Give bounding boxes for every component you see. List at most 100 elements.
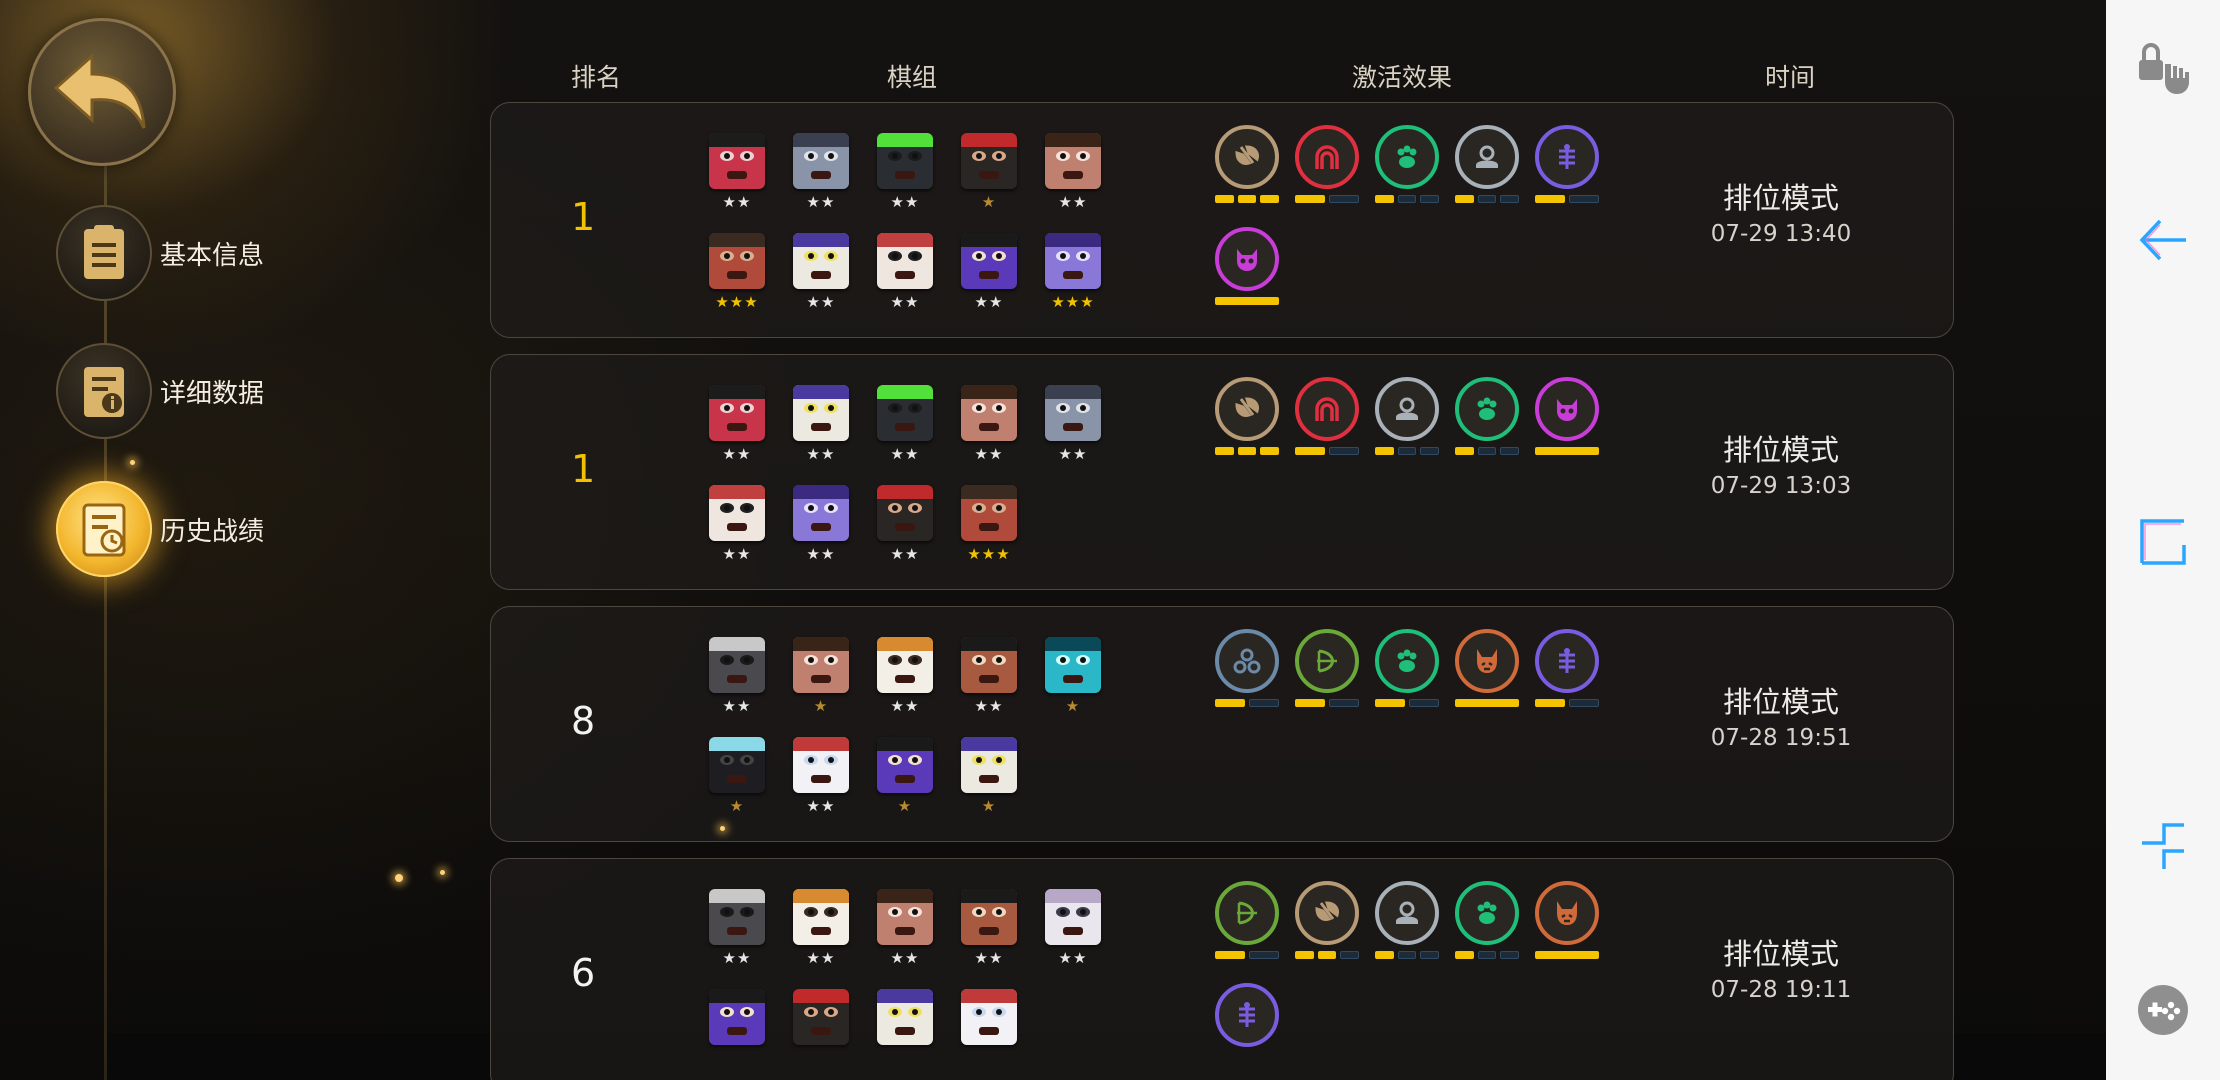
trait-badge[interactable]: [1535, 125, 1599, 211]
sunglasses-gunner-icon: [961, 637, 1017, 693]
trait-badge[interactable]: [1295, 881, 1360, 967]
chess-piece[interactable]: ★★★: [957, 485, 1021, 565]
chess-piece[interactable]: ★: [1041, 637, 1105, 717]
trait-badge[interactable]: [1215, 983, 1279, 1069]
trait-badge[interactable]: [1215, 629, 1279, 715]
chess-piece[interactable]: ★★: [873, 133, 937, 213]
chess-piece[interactable]: ★★: [789, 133, 853, 213]
game-screen: 基本信息 详细数据 历史战绩 排名 棋组 激活效果 时间 1 ★★ ★★ ★★ ★ ★★ ★…: [0, 0, 2106, 1080]
trait-badge[interactable]: [1215, 881, 1279, 967]
match-record-card[interactable]: 1 ★★ ★★ ★★ ★★ ★★ ★★ ★★ ★★ ★★★ 排位模式 07-29 13:03: [490, 354, 1954, 590]
chess-piece[interactable]: ★★: [1041, 133, 1105, 213]
trait-badge[interactable]: [1375, 125, 1440, 211]
match-record-card[interactable]: 6 ★★ ★★ ★★ ★★ ★★ 排位模式 07-28 19:11: [490, 858, 1954, 1080]
match-mode: 排位模式: [1722, 181, 1839, 215]
trait-badge[interactable]: [1375, 629, 1439, 715]
cyan-golem-icon: [1045, 637, 1101, 693]
star-level: ★: [981, 193, 997, 211]
chess-piece[interactable]: ★: [873, 737, 937, 817]
nav-match-history[interactable]: 历史战绩: [56, 481, 316, 581]
chess-piece[interactable]: ★★: [789, 737, 853, 817]
trait-level-bars: [1295, 195, 1359, 203]
chess-piece[interactable]: ★★: [957, 385, 1021, 465]
back-nav-button[interactable]: [2106, 190, 2220, 290]
trait-badge[interactable]: [1295, 125, 1359, 211]
green-orb-robot-icon: [877, 385, 933, 441]
star-level: ★★★: [1051, 293, 1095, 311]
trait-badge[interactable]: [1455, 629, 1519, 715]
match-history-icon: [56, 481, 152, 577]
trait-badge[interactable]: [1215, 227, 1279, 313]
chess-piece[interactable]: ★: [789, 637, 853, 717]
chess-piece[interactable]: ★★: [789, 485, 853, 565]
chess-piece[interactable]: ★★: [873, 233, 937, 313]
chess-piece[interactable]: ★★: [873, 485, 937, 565]
gamepad-button[interactable]: [2106, 960, 2220, 1060]
lock-touch-button[interactable]: [2106, 18, 2220, 118]
chess-piece[interactable]: ★★: [873, 637, 937, 717]
chess-piece[interactable]: ★★: [789, 385, 853, 465]
chess-piece[interactable]: ★★: [789, 889, 853, 969]
axe-icon: [1215, 125, 1279, 189]
star-level: ★★: [722, 949, 752, 967]
armored-knight-icon: [793, 133, 849, 189]
trait-badge[interactable]: [1375, 881, 1440, 967]
trait-badge[interactable]: [1535, 377, 1599, 463]
recent-apps-button[interactable]: [2106, 492, 2220, 592]
match-record-card[interactable]: 1 ★★ ★★ ★★ ★ ★★ ★★★ ★★ ★★ ★★ ★★★ 排位模式 07-29 13:40: [490, 102, 1954, 338]
chess-piece[interactable]: ★★: [705, 485, 769, 565]
trait-level-bars: [1215, 297, 1279, 305]
chess-piece[interactable]: ★★: [705, 889, 769, 969]
nav-basic-info[interactable]: 基本信息: [56, 205, 316, 305]
star-level: ★★★: [715, 293, 759, 311]
horned-helmet-viking-icon: [1045, 889, 1101, 945]
chess-piece[interactable]: ★★: [705, 637, 769, 717]
trait-badge[interactable]: [1535, 629, 1599, 715]
collapse-button[interactable]: [2106, 796, 2220, 896]
chess-piece[interactable]: ★: [705, 737, 769, 817]
chess-piece[interactable]: ★★: [873, 385, 937, 465]
trait-badge[interactable]: [1455, 881, 1520, 967]
trait-level-bars: [1535, 195, 1599, 203]
trait-badge[interactable]: [1215, 377, 1280, 463]
trait-level-bars: [1295, 699, 1359, 707]
chess-piece[interactable]: ★★★: [1041, 233, 1105, 313]
nav-detailed-data[interactable]: 详细数据: [56, 343, 316, 443]
gamepad-icon: [2138, 985, 2188, 1035]
chess-piece[interactable]: [873, 989, 937, 1069]
chess-piece[interactable]: ★★: [705, 385, 769, 465]
fishbone-icon: [1535, 629, 1599, 693]
chess-piece[interactable]: ★★: [1041, 889, 1105, 969]
chess-piece[interactable]: ★★: [957, 889, 1021, 969]
star-level: ★: [897, 797, 913, 815]
chess-piece[interactable]: ★★★: [705, 233, 769, 313]
sparkle: [130, 460, 135, 465]
chess-piece[interactable]: ★★: [957, 233, 1021, 313]
chess-piece[interactable]: [789, 989, 853, 1069]
trait-level-bars: [1455, 699, 1519, 707]
star-level: ★★: [890, 545, 920, 563]
chess-piece[interactable]: ★: [957, 133, 1021, 213]
bow-icon: [1295, 629, 1359, 693]
trait-level-bars: [1455, 951, 1520, 959]
trait-badge[interactable]: [1455, 125, 1520, 211]
trait-badge[interactable]: [1215, 125, 1280, 211]
purple-hat-wizard-icon: [877, 989, 933, 1045]
chess-piece[interactable]: ★★: [957, 637, 1021, 717]
trait-level-bars: [1535, 951, 1599, 959]
chess-piece[interactable]: [957, 989, 1021, 1069]
trait-badge[interactable]: [1455, 377, 1520, 463]
trait-badge[interactable]: [1375, 377, 1440, 463]
chess-piece[interactable]: ★★: [873, 889, 937, 969]
trait-badge[interactable]: [1535, 881, 1599, 967]
chess-piece[interactable]: [705, 989, 769, 1069]
back-button[interactable]: [28, 18, 176, 166]
chess-piece[interactable]: ★: [957, 737, 1021, 817]
chess-piece[interactable]: ★★: [789, 233, 853, 313]
star-level: ★★: [722, 193, 752, 211]
trait-badge[interactable]: [1295, 377, 1359, 463]
trait-badge[interactable]: [1295, 629, 1359, 715]
match-record-card[interactable]: 8 ★★ ★ ★★ ★★ ★ ★ ★★ ★ ★ 排位模式 07-28 19:51: [490, 606, 1954, 842]
chess-piece[interactable]: ★★: [1041, 385, 1105, 465]
chess-piece[interactable]: ★★: [705, 133, 769, 213]
